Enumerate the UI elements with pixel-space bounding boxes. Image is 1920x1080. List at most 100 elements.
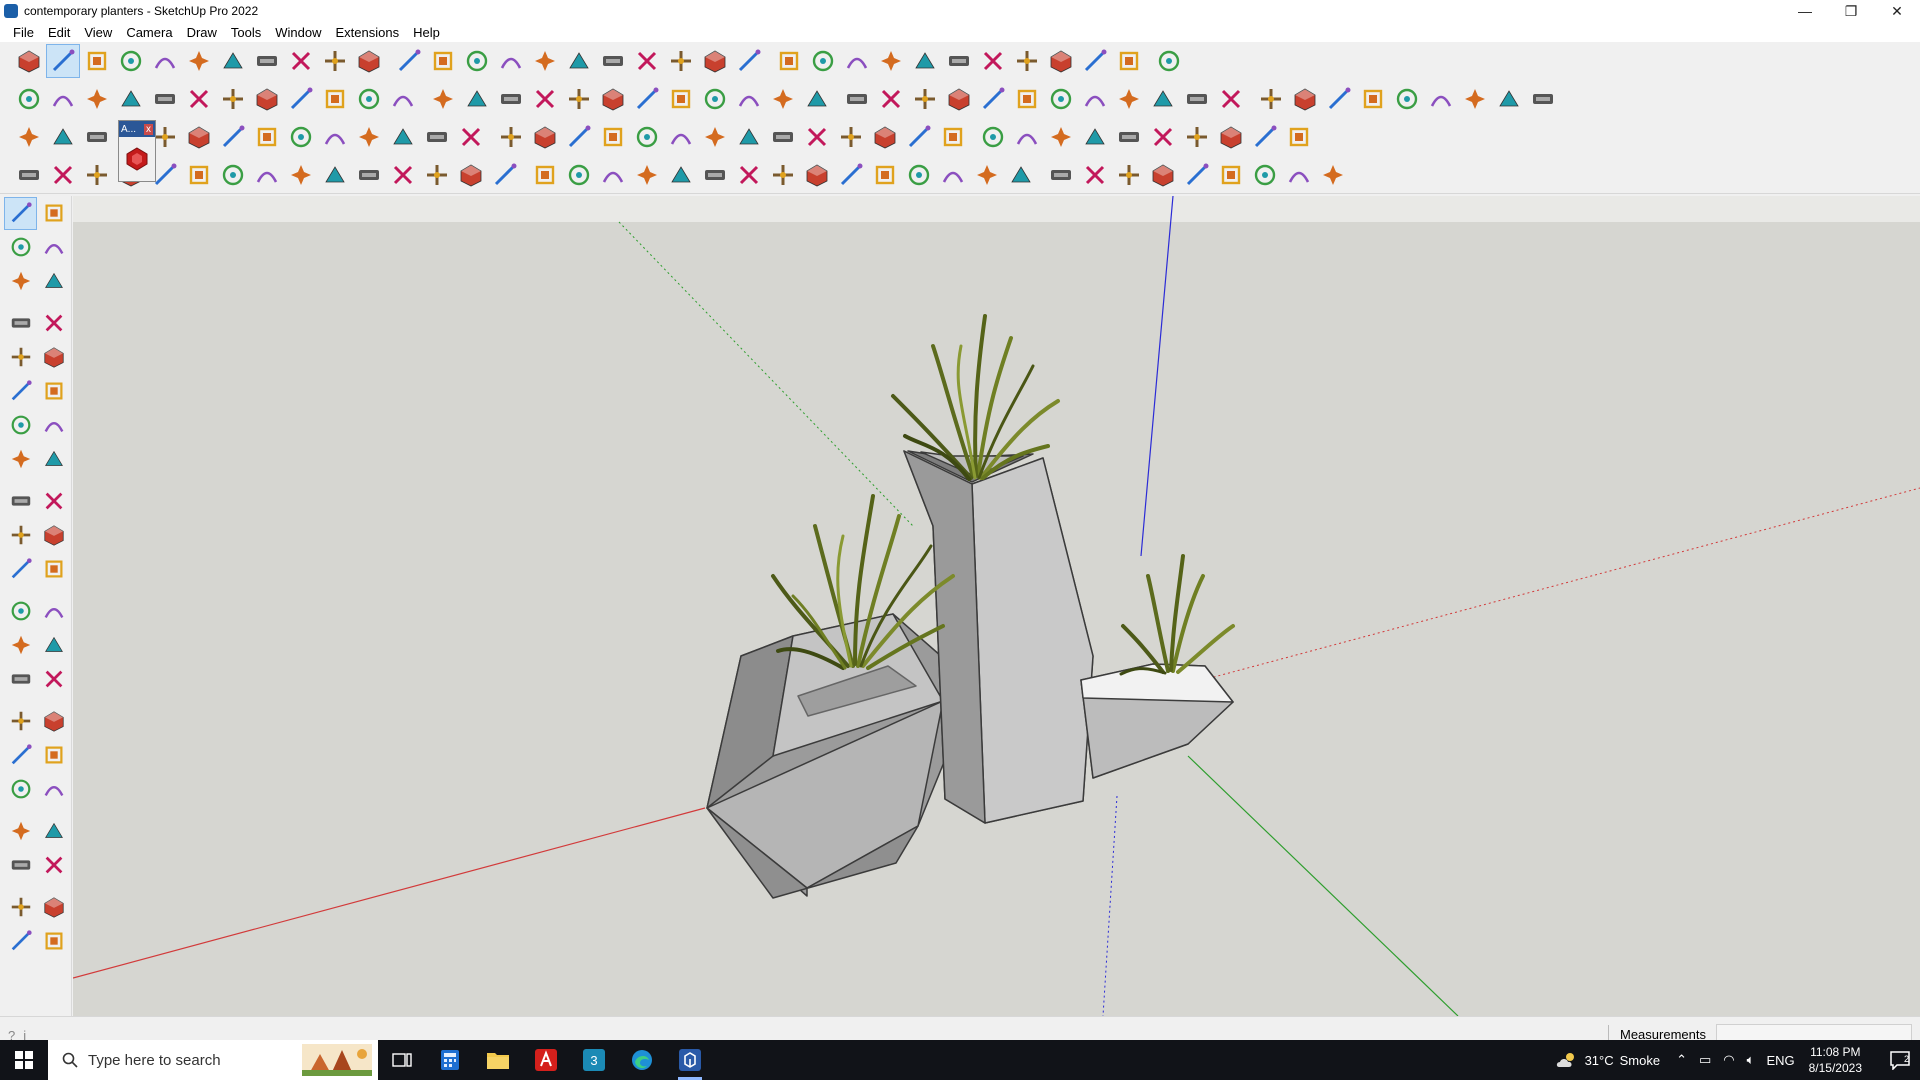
poly-a-icon[interactable] [874, 82, 908, 116]
shape-green-b-icon[interactable] [528, 82, 562, 116]
text-icon[interactable] [426, 44, 460, 78]
sphere-icon[interactable] [250, 158, 284, 192]
component-icon[interactable] [1044, 44, 1078, 78]
tile-icon[interactable] [182, 120, 216, 154]
solid-trim-icon[interactable] [216, 82, 250, 116]
task-view-button[interactable] [378, 1040, 426, 1080]
cube-multi-icon[interactable] [1078, 120, 1112, 154]
ramp-d-icon[interactable] [1004, 158, 1038, 192]
plane-cyan-icon[interactable] [46, 120, 80, 154]
sandbox-c-icon[interactable] [908, 44, 942, 78]
menu-draw[interactable]: Draw [180, 25, 224, 40]
wifi-icon[interactable]: ◠ [1723, 1052, 1734, 1068]
tag-3d-icon[interactable] [4, 265, 37, 298]
push-pull-icon[interactable] [37, 485, 70, 518]
cone-b-icon[interactable] [698, 158, 732, 192]
paint-icon[interactable] [4, 231, 37, 264]
slope-d-icon[interactable] [868, 158, 902, 192]
poly-e-icon[interactable] [1010, 82, 1044, 116]
gear-blue-icon[interactable] [800, 120, 834, 154]
grid-dots-icon[interactable] [1282, 120, 1316, 154]
rotate-icon[interactable] [318, 44, 352, 78]
triangle-yellow-icon[interactable] [664, 120, 698, 154]
ramp-c-icon[interactable] [970, 158, 1004, 192]
poly-c-icon[interactable] [942, 82, 976, 116]
layers-b-icon[interactable] [37, 891, 70, 924]
start-button[interactable] [0, 1040, 48, 1080]
section-plane-icon[interactable] [37, 849, 70, 882]
slab-icon[interactable] [664, 158, 698, 192]
surface-icon[interactable] [352, 82, 386, 116]
menu-help[interactable]: Help [406, 25, 447, 40]
square-red-icon[interactable] [250, 120, 284, 154]
ring-dark-icon[interactable] [766, 120, 800, 154]
zoom-extents-icon[interactable] [12, 44, 46, 78]
rectangle-icon[interactable] [4, 341, 37, 374]
torus-icon[interactable] [284, 158, 318, 192]
redo-icon[interactable] [1112, 44, 1146, 78]
zoom-icon[interactable] [4, 739, 37, 772]
move-icon[interactable] [4, 485, 37, 518]
house-d-icon[interactable] [664, 82, 698, 116]
box-textured-icon[interactable] [80, 82, 114, 116]
orbit-cam-icon[interactable] [37, 197, 70, 230]
roof-e-icon[interactable] [1526, 82, 1560, 116]
menu-camera[interactable]: Camera [119, 25, 179, 40]
select-icon[interactable] [46, 44, 80, 78]
poly-k-icon[interactable] [1214, 82, 1248, 116]
polygon-icon[interactable] [37, 375, 70, 408]
poly-h-icon[interactable] [1112, 82, 1146, 116]
menu-extensions[interactable]: Extensions [329, 25, 407, 40]
grate-e-icon[interactable] [1180, 158, 1214, 192]
zoom-extents-alt-icon[interactable] [630, 44, 664, 78]
cross-red-icon[interactable] [494, 120, 528, 154]
house-c-icon[interactable] [630, 82, 664, 116]
taskbar-file-explorer-button[interactable] [474, 1040, 522, 1080]
grate-f-icon[interactable] [1214, 158, 1248, 192]
zoom-extents-icon[interactable] [4, 773, 37, 806]
measure-red-icon[interactable] [1254, 82, 1288, 116]
taskbar-clock[interactable]: 11:08 PM 8/15/2023 [1809, 1044, 1862, 1076]
grate-d-icon[interactable] [1146, 158, 1180, 192]
taskbar-acrobat-button[interactable] [522, 1040, 570, 1080]
shape-green-icon[interactable] [494, 82, 528, 116]
warehouse-icon[interactable] [1152, 44, 1186, 78]
dimension-icon[interactable] [37, 595, 70, 628]
arrows-ud-icon[interactable] [942, 44, 976, 78]
orbit-icon[interactable] [4, 705, 37, 738]
pencil-icon[interactable] [37, 265, 70, 298]
loop-orange-icon[interactable] [216, 120, 250, 154]
axes-icon[interactable] [1010, 44, 1044, 78]
arc-icon[interactable] [148, 44, 182, 78]
floating-toolbox-close-button[interactable]: x [144, 123, 153, 135]
roof-b-icon[interactable] [1424, 82, 1458, 116]
slope-b-icon[interactable] [800, 158, 834, 192]
roof-a-icon[interactable] [1390, 82, 1424, 116]
notification-center-button[interactable]: 2 [1880, 1040, 1920, 1080]
section-c-icon[interactable] [460, 82, 494, 116]
layers-d-icon[interactable] [37, 925, 70, 958]
columns-icon[interactable] [562, 158, 596, 192]
house-f-icon[interactable] [732, 82, 766, 116]
house-e-icon[interactable] [698, 82, 732, 116]
zoom-window-icon[interactable] [596, 44, 630, 78]
layers-a-icon[interactable] [4, 891, 37, 924]
paint-icon[interactable] [460, 44, 494, 78]
pen-b-icon[interactable] [46, 158, 80, 192]
taskbar-search-box[interactable]: Type here to search [48, 1040, 378, 1080]
plane-blue-icon[interactable] [12, 120, 46, 154]
pan-icon[interactable] [37, 705, 70, 738]
taskbar-app-3-button[interactable]: 3 [570, 1040, 618, 1080]
leaf-icon[interactable] [800, 82, 834, 116]
layers-c-icon[interactable] [4, 925, 37, 958]
rectangle-icon[interactable] [182, 44, 216, 78]
select-icon[interactable] [4, 196, 37, 230]
box-yellow-icon[interactable] [12, 82, 46, 116]
slope-a-icon[interactable] [766, 158, 800, 192]
stack-a-icon[interactable] [732, 158, 766, 192]
sandbox-b-icon[interactable] [874, 44, 908, 78]
solid-intersect-icon[interactable] [182, 82, 216, 116]
pie-icon[interactable] [37, 443, 70, 476]
weather-widget[interactable]: 31°C Smoke [1555, 1051, 1660, 1069]
rotate-icon[interactable] [4, 519, 37, 552]
